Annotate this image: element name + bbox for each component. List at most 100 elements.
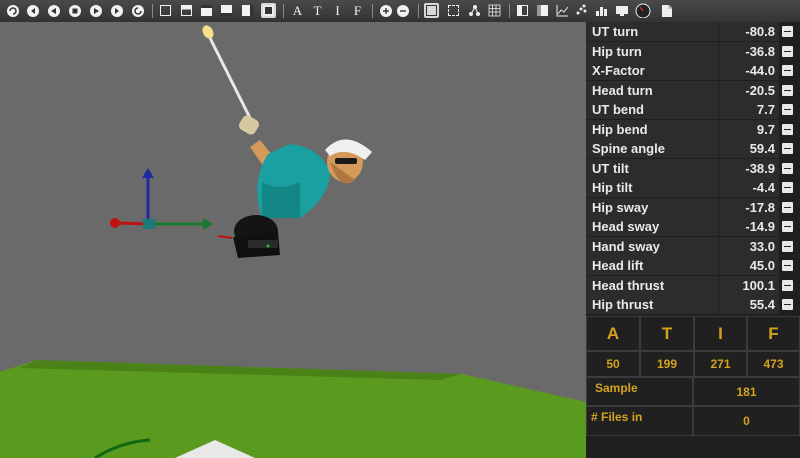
collapse-metric-button[interactable] <box>782 201 793 213</box>
play-icon[interactable] <box>88 3 103 18</box>
metric-value: -80.8 <box>719 22 779 41</box>
collapse-metric-button[interactable] <box>782 240 793 252</box>
skip-forward-icon[interactable] <box>109 3 124 18</box>
view-top-icon[interactable] <box>199 3 214 18</box>
metric-row: Hip tilt -4.4 <box>586 178 800 197</box>
collapse-metric-button[interactable] <box>782 182 793 193</box>
metric-label: Hip sway <box>586 197 718 217</box>
export-icon[interactable] <box>660 3 675 18</box>
metric-row: UT tilt -38.9 <box>586 158 800 178</box>
metric-value: 9.7 <box>719 119 779 139</box>
atif-header-t: T <box>640 316 694 351</box>
toolbar: A T I F <box>0 0 800 23</box>
nodes-icon[interactable] <box>467 3 482 18</box>
panel-split-icon[interactable] <box>535 3 550 18</box>
metric-label: UT bend <box>586 100 718 119</box>
metric-row: Head sway -14.9 <box>586 217 800 236</box>
view-active-icon[interactable] <box>261 3 276 18</box>
layout-icon[interactable] <box>424 3 439 18</box>
atif-value-i: 271 <box>694 351 747 377</box>
metric-row: Hand sway 33.0 <box>586 236 800 256</box>
metric-label: Head thrust <box>586 275 718 295</box>
metric-label: UT turn <box>586 22 718 41</box>
letter-t-button[interactable]: T <box>310 3 325 18</box>
metric-value: 55.4 <box>719 295 779 314</box>
metric-label: Spine angle <box>586 139 718 158</box>
metric-value: -20.5 <box>719 80 779 100</box>
zoom-in-icon[interactable] <box>378 3 393 18</box>
metric-value: -14.9 <box>719 217 779 236</box>
metric-row: UT turn -80.8 <box>586 22 800 41</box>
metric-label: Head sway <box>586 217 718 236</box>
stop-icon[interactable] <box>67 3 82 18</box>
atif-value-f: 473 <box>747 351 800 377</box>
files-value: 0 <box>693 406 800 436</box>
metric-value: -38.9 <box>719 158 779 178</box>
view-front-icon[interactable] <box>240 3 255 18</box>
metric-value: 45.0 <box>719 256 779 275</box>
collapse-metric-button[interactable] <box>782 123 793 135</box>
metric-label: Hip turn <box>586 41 718 61</box>
collapse-metric-button[interactable] <box>782 104 793 115</box>
graph-icon[interactable] <box>555 3 570 18</box>
metric-row: Hip thrust 55.4 <box>586 295 800 314</box>
metric-value: 33.0 <box>719 236 779 256</box>
collapse-metric-button[interactable] <box>782 221 793 232</box>
atif-value-a: 50 <box>586 351 640 377</box>
metric-row: Hip bend 9.7 <box>586 119 800 139</box>
chart-icon[interactable] <box>594 3 609 18</box>
letter-i-button[interactable]: I <box>330 3 345 18</box>
metric-value: -4.4 <box>719 178 779 197</box>
panel-icon[interactable] <box>515 3 530 18</box>
golfer-model <box>202 25 372 258</box>
metric-value: -36.8 <box>719 41 779 61</box>
collapse-metric-button[interactable] <box>782 65 793 76</box>
screen-icon[interactable] <box>614 3 629 18</box>
collapse-metric-button[interactable] <box>782 279 793 291</box>
fit-icon[interactable] <box>446 3 461 18</box>
collapse-metric-button[interactable] <box>782 299 793 310</box>
loop-icon[interactable] <box>130 3 145 18</box>
3d-viewport[interactable] <box>0 22 586 458</box>
metric-label: Head turn <box>586 80 718 100</box>
grid-icon[interactable] <box>487 3 502 18</box>
letter-a-button[interactable]: A <box>290 3 305 18</box>
collapse-metric-button[interactable] <box>782 143 793 154</box>
scatter-icon[interactable] <box>574 3 589 18</box>
collapse-metric-button[interactable] <box>782 45 793 57</box>
files-label: # Files in <box>586 406 693 436</box>
collapse-metric-button[interactable] <box>782 162 793 174</box>
play-back-icon[interactable] <box>46 3 61 18</box>
collapse-metric-button[interactable] <box>782 84 793 96</box>
view-side-icon[interactable] <box>219 3 234 18</box>
metric-row: Hip turn -36.8 <box>586 41 800 61</box>
letter-f-button[interactable]: F <box>350 3 365 18</box>
atif-header-a: A <box>586 316 640 351</box>
metric-value: -17.8 <box>719 197 779 217</box>
metric-row: Head thrust 100.1 <box>586 275 800 295</box>
metric-label: Head lift <box>586 256 718 275</box>
metrics-panel: UT turn -80.8 Hip turn -36.8 X-Factor -44.0 He… <box>586 22 800 458</box>
zoom-out-icon[interactable] <box>395 3 410 18</box>
metric-row: Hip sway -17.8 <box>586 197 800 217</box>
axis-gizmo-icon <box>110 168 213 230</box>
metric-row: UT bend 7.7 <box>586 100 800 119</box>
metric-label: Hip tilt <box>586 178 718 197</box>
view-single-icon[interactable] <box>158 3 173 18</box>
skip-back-icon[interactable] <box>25 3 40 18</box>
sample-value: 181 <box>693 377 800 406</box>
atif-header-i: I <box>694 316 747 351</box>
metric-row: Head lift 45.0 <box>586 256 800 275</box>
gauge-icon[interactable] <box>634 3 652 18</box>
scene <box>0 25 586 458</box>
collapse-metric-button[interactable] <box>782 26 793 37</box>
collapse-metric-button[interactable] <box>782 260 793 271</box>
refresh-icon[interactable] <box>5 3 20 18</box>
metric-label: Hip bend <box>586 119 718 139</box>
atif-header-f: F <box>747 316 800 351</box>
metric-label: X-Factor <box>586 61 718 80</box>
metric-row: Head turn -20.5 <box>586 80 800 100</box>
metric-value: 7.7 <box>719 100 779 119</box>
metric-label: UT tilt <box>586 158 718 178</box>
view-split-icon[interactable] <box>179 3 194 18</box>
